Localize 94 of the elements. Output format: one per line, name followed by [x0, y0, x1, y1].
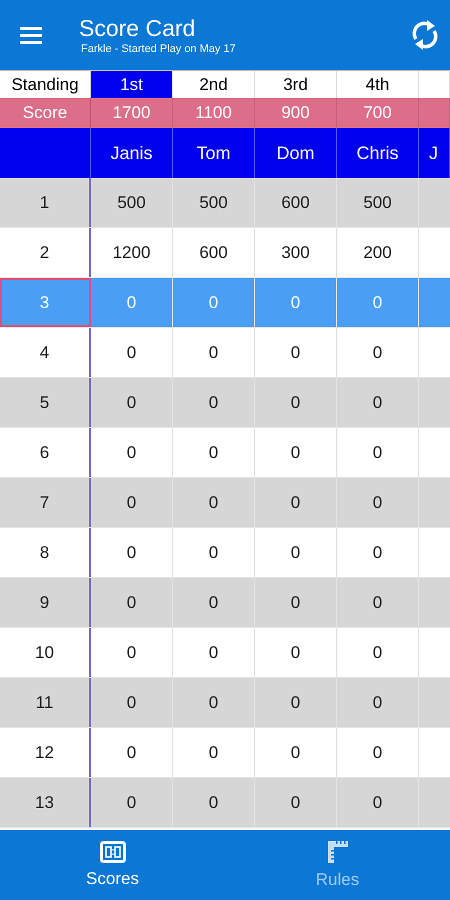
score-cell[interactable]: 0 — [290, 740, 300, 766]
score-cell[interactable]: 0 — [126, 640, 136, 666]
score-cell[interactable]: 0 — [372, 340, 382, 366]
score-cell[interactable]: 0 — [290, 340, 300, 366]
player-name: Dom — [276, 142, 314, 164]
score-cell[interactable]: 0 — [126, 540, 136, 566]
score-cell[interactable]: 0 — [126, 490, 136, 516]
score-cell[interactable]: 0 — [290, 490, 300, 516]
score-label: Score — [22, 102, 68, 124]
round-number[interactable]: 2 — [40, 240, 50, 266]
player-name: J — [429, 142, 438, 164]
score-cell[interactable]: 0 — [126, 440, 136, 466]
score-cell[interactable]: 0 — [208, 790, 218, 816]
score-cell[interactable]: 0 — [290, 540, 300, 566]
score-cell[interactable]: 500 — [117, 190, 146, 216]
score-cell[interactable]: 500 — [363, 190, 392, 216]
score-cell[interactable]: 0 — [290, 440, 300, 466]
player-name: Tom — [196, 142, 230, 164]
score-cell[interactable]: 500 — [199, 190, 228, 216]
score-cell[interactable]: 0 — [208, 540, 218, 566]
table-row[interactable]: 6 0 0 0 0 — [0, 428, 450, 478]
score-cell[interactable]: 300 — [281, 240, 310, 266]
total-score: 700 — [363, 102, 392, 124]
score-cell[interactable]: 0 — [208, 390, 218, 416]
round-number[interactable]: 1 — [40, 190, 50, 216]
round-number[interactable]: 13 — [35, 790, 54, 816]
total-score: 900 — [281, 102, 310, 124]
score-cell[interactable]: 0 — [208, 640, 218, 666]
standing-cell-text: 3rd — [283, 74, 308, 96]
score-cell[interactable]: 0 — [372, 540, 382, 566]
score-cell[interactable]: 600 — [281, 190, 310, 216]
round-number[interactable]: 9 — [40, 590, 50, 616]
refresh-icon — [411, 19, 439, 51]
score-cell[interactable]: 0 — [290, 390, 300, 416]
score-cell[interactable]: 0 — [208, 590, 218, 616]
score-cell[interactable]: 0 — [372, 590, 382, 616]
round-number[interactable]: 6 — [40, 440, 50, 466]
standing-cell-text: 4th — [366, 74, 390, 96]
score-cell[interactable]: 0 — [126, 390, 136, 416]
score-cell[interactable]: 0 — [126, 340, 136, 366]
table-row[interactable]: 5 0 0 0 0 — [0, 378, 450, 428]
score-cell[interactable]: 0 — [208, 340, 218, 366]
score-cell[interactable]: 200 — [363, 240, 392, 266]
score-cell[interactable]: 600 — [199, 240, 228, 266]
score-cell[interactable]: 0 — [372, 490, 382, 516]
score-cell[interactable]: 0 — [126, 740, 136, 766]
table-row[interactable]: 13 0 0 0 0 — [0, 778, 450, 828]
score-cell[interactable]: 0 — [208, 690, 218, 716]
player-name: Janis — [110, 142, 153, 164]
score-cell[interactable]: 0 — [126, 690, 136, 716]
score-cell[interactable]: 0 — [372, 640, 382, 666]
score-cell[interactable]: 0 — [372, 390, 382, 416]
player-name: Chris — [356, 142, 398, 164]
screen-subtitle: Farkle - Started Play on May 17 — [80, 42, 237, 56]
score-cell[interactable]: 0 — [372, 440, 382, 466]
screen-title: Score Card — [79, 14, 196, 42]
table-row[interactable]: 10 0 0 0 0 — [0, 628, 450, 678]
score-cell[interactable]: 0 — [290, 640, 300, 666]
score-cell[interactable]: 0 — [290, 790, 300, 816]
round-number[interactable]: 12 — [35, 740, 54, 766]
score-cell[interactable]: 0 — [126, 590, 136, 616]
score-cell[interactable]: 0 — [290, 590, 300, 616]
round-number[interactable]: 7 — [40, 490, 50, 516]
total-score: 1100 — [195, 102, 232, 124]
table-row[interactable]: 4 0 0 0 0 — [0, 328, 450, 378]
table-row[interactable]: 11 0 0 0 0 — [0, 678, 450, 728]
score-cell[interactable]: 0 — [208, 490, 218, 516]
table-row[interactable]: 9 0 0 0 0 — [0, 578, 450, 628]
round-number[interactable]: 5 — [40, 390, 50, 416]
table-row[interactable]: 8 0 0 0 0 — [0, 528, 450, 578]
ruler-icon — [326, 840, 348, 864]
table-row[interactable]: 7 0 0 0 0 — [0, 478, 450, 528]
round-number[interactable]: 10 — [35, 640, 54, 666]
table-row[interactable]: 12 0 0 0 0 — [0, 728, 450, 778]
table-row[interactable]: 2 1200 600 300 200 — [0, 228, 450, 278]
score-cell[interactable]: 0 — [372, 790, 382, 816]
score-cell[interactable]: 0 — [208, 740, 218, 766]
score-cell[interactable]: 0 — [208, 440, 218, 466]
nav-tab[interactable]: Scores — [0, 830, 225, 900]
scoreboard-icon — [100, 841, 126, 863]
standing-label: Standing — [11, 74, 79, 96]
standing-cell-text: 1st — [120, 74, 143, 96]
round-number[interactable]: 11 — [36, 690, 54, 716]
score-cell[interactable]: 0 — [126, 790, 136, 816]
standing-cell-text: 2nd — [199, 74, 228, 96]
score-cell[interactable]: 1200 — [112, 240, 150, 266]
round-number[interactable]: 8 — [40, 540, 50, 566]
score-cell[interactable]: 0 — [372, 740, 382, 766]
total-score: 1700 — [112, 102, 150, 124]
menu-icon — [20, 26, 42, 44]
round-number[interactable]: 4 — [40, 340, 50, 366]
score-cell[interactable]: 0 — [372, 690, 382, 716]
table-row[interactable]: 1 500 500 600 500 — [0, 178, 450, 228]
score-cell[interactable]: 0 — [290, 690, 300, 716]
